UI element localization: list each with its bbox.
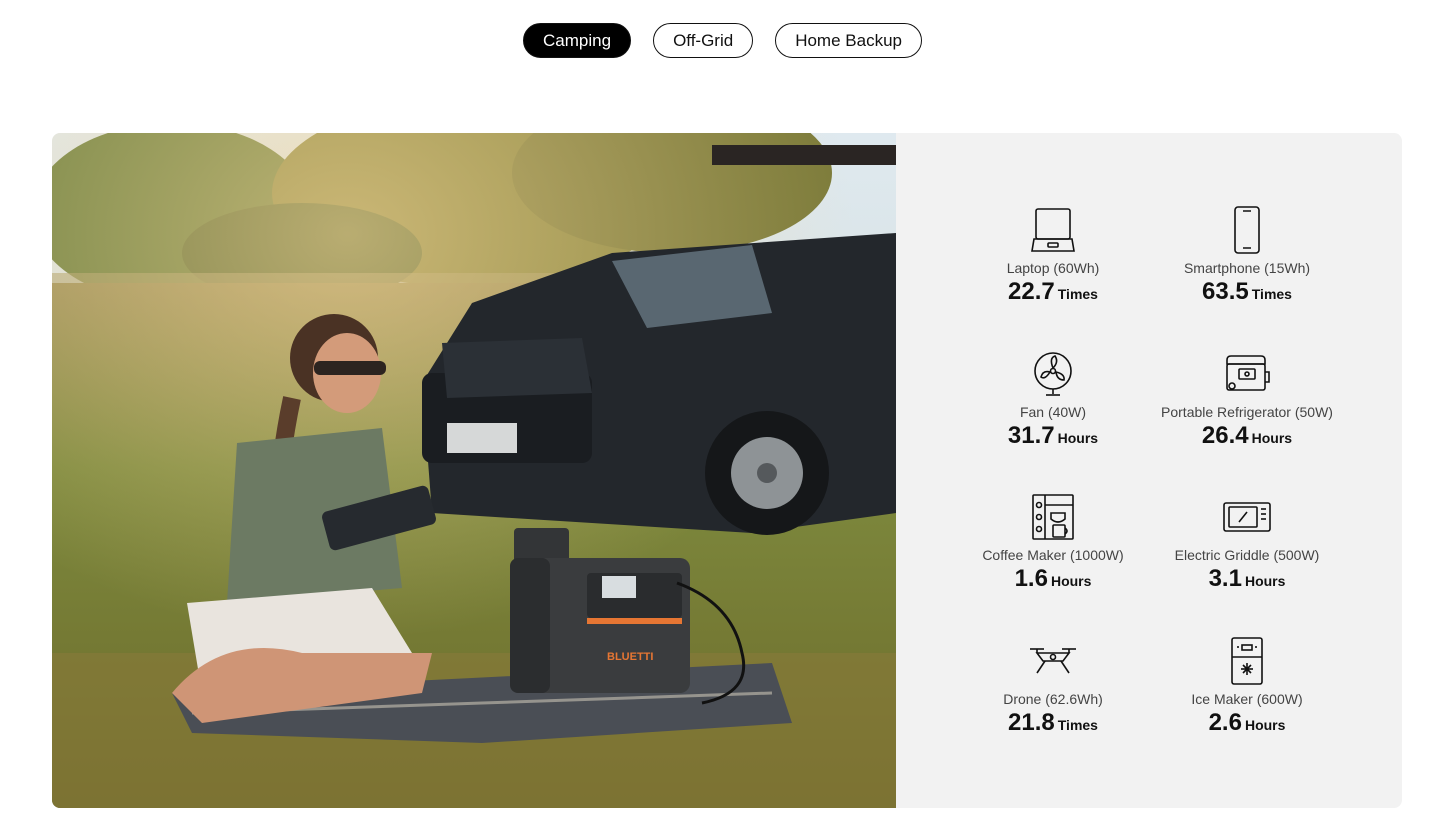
device-value: 2.6 — [1208, 708, 1242, 736]
device-item-coffee-maker: Coffee Maker (1000W) 1.6 Hours — [956, 492, 1150, 636]
fan-icon — [1029, 349, 1077, 399]
device-label: Smartphone (15Wh) — [1183, 260, 1311, 276]
drone-icon — [1029, 636, 1077, 686]
device-unit: Hours — [1057, 429, 1099, 446]
tab-camping[interactable]: Camping — [523, 23, 632, 58]
scenario-tabs: Camping Off-Grid Home Backup — [0, 23, 1445, 58]
device-label: Coffee Maker (1000W) — [982, 547, 1124, 563]
device-unit: Times — [1251, 286, 1292, 302]
device-unit: Hours — [1244, 573, 1286, 589]
device-label: Fan (40W) — [1019, 403, 1087, 420]
device-value: 26.4 — [1201, 421, 1249, 449]
electric-griddle-icon — [1223, 492, 1271, 542]
device-grid: Laptop (60Wh) 22.7 Times Smartphone (15Wh… — [956, 205, 1344, 779]
tab-off-grid[interactable]: Off-Grid — [653, 23, 754, 58]
device-label: Drone (62.6Wh) — [1003, 690, 1103, 707]
device-item-portable-refrigerator: Portable Refrigerator (50W) 26.4 Hours — [1150, 349, 1344, 493]
device-item-smartphone: Smartphone (15Wh) 63.5 Times — [1150, 205, 1344, 349]
coffee-maker-icon — [1029, 492, 1077, 542]
device-unit: Hours — [1050, 573, 1092, 589]
device-label: Portable Refrigerator (50W) — [1161, 403, 1333, 420]
device-label: Ice Maker (600W) — [1191, 690, 1303, 707]
tab-home-backup[interactable]: Home Backup — [775, 23, 922, 58]
device-item-electric-griddle: Electric Griddle (500W) 3.1 Hours — [1150, 492, 1344, 636]
scenario-card: BLUETTI Laptop (60Wh) 22.7 Times Smartph… — [52, 133, 1402, 808]
device-unit: Times — [1057, 716, 1098, 733]
camping-photo: BLUETTI — [52, 133, 896, 808]
device-value: 31.7 — [1007, 421, 1055, 449]
device-value: 21.8 — [1008, 708, 1055, 736]
ice-maker-icon — [1223, 636, 1271, 686]
device-unit: Times — [1057, 286, 1098, 302]
smartphone-icon — [1223, 205, 1271, 255]
device-item-drone: Drone (62.6Wh) 21.8 Times — [956, 636, 1150, 780]
device-unit: Hours — [1244, 716, 1286, 733]
device-value: 1.6 — [1014, 565, 1048, 592]
device-item-laptop: Laptop (60Wh) 22.7 Times — [956, 205, 1150, 349]
device-item-fan: Fan (40W) 31.7 Hours — [956, 349, 1150, 493]
device-label: Electric Griddle (500W) — [1174, 547, 1320, 563]
device-value: 3.1 — [1208, 565, 1242, 592]
device-value: 63.5 — [1202, 278, 1249, 305]
device-runtime-panel: Laptop (60Wh) 22.7 Times Smartphone (15Wh… — [896, 133, 1402, 808]
laptop-icon — [1029, 205, 1077, 255]
portable-refrigerator-icon — [1223, 349, 1271, 399]
device-unit: Hours — [1251, 429, 1293, 446]
device-value: 22.7 — [1008, 278, 1055, 305]
power-station-brand: BLUETTI — [607, 651, 653, 663]
device-label: Laptop (60Wh) — [1006, 260, 1100, 276]
device-item-ice-maker: Ice Maker (600W) 2.6 Hours — [1150, 636, 1344, 780]
